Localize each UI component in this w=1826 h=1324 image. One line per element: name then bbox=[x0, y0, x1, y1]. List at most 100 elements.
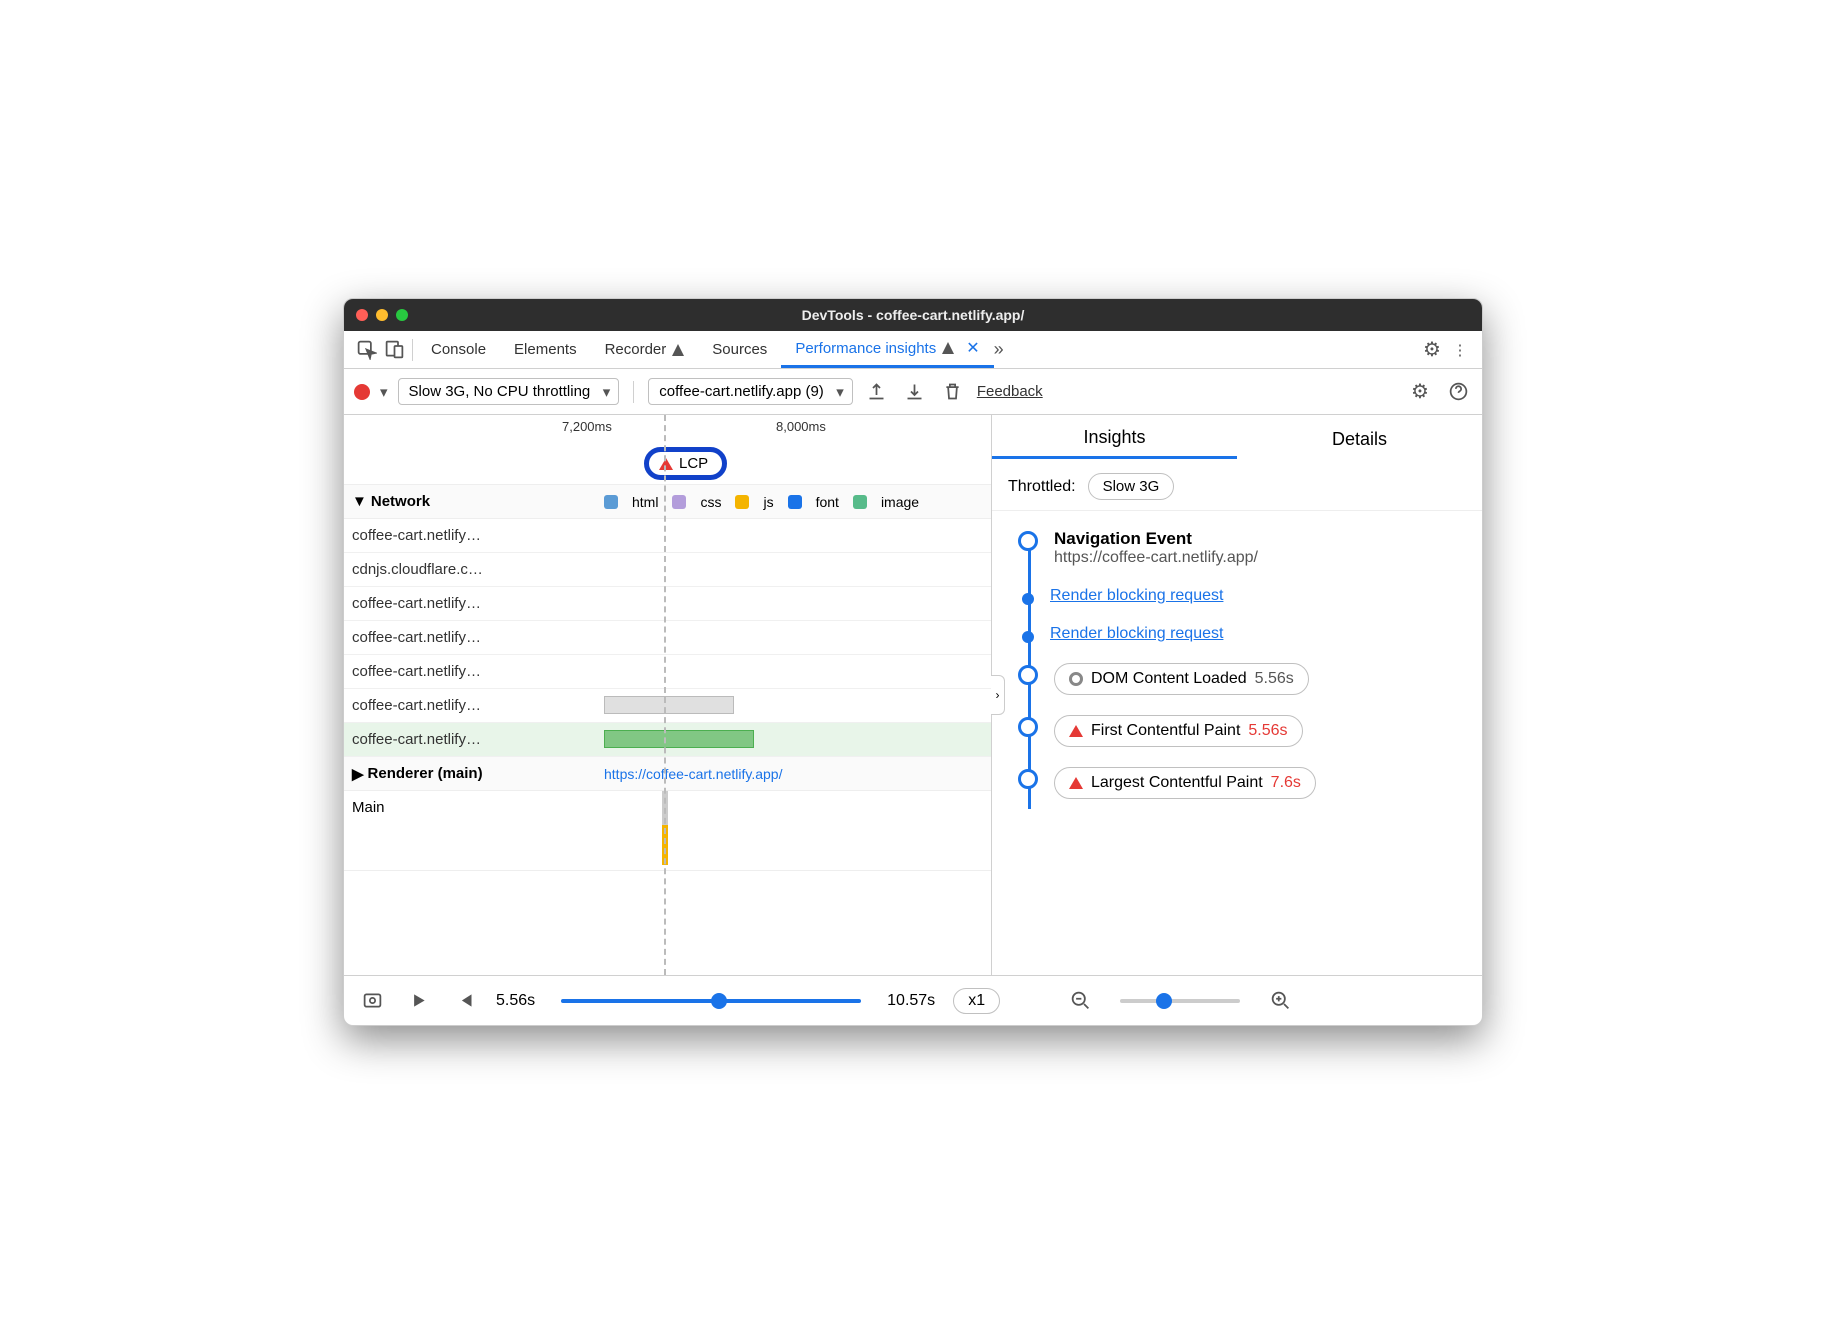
tab-console[interactable]: Console bbox=[417, 331, 500, 368]
import-icon[interactable] bbox=[901, 378, 929, 406]
request-name: coffee-cart.netlify… bbox=[344, 527, 604, 544]
render-blocking-link[interactable]: Render blocking request bbox=[1050, 625, 1223, 643]
lcp-time: 7.6s bbox=[1271, 774, 1301, 792]
divider bbox=[633, 381, 634, 403]
warning-triangle-icon bbox=[659, 458, 673, 470]
insight-render-blocking[interactable]: Render blocking request bbox=[1018, 587, 1470, 605]
network-row[interactable]: coffee-cart.netlify… bbox=[344, 621, 991, 655]
insight-lcp[interactable]: Largest Contentful Paint 7.6s bbox=[1018, 767, 1470, 799]
dcl-label: DOM Content Loaded bbox=[1091, 670, 1247, 688]
network-row[interactable]: coffee-cart.netlify… bbox=[344, 519, 991, 553]
lcp-label: Largest Contentful Paint bbox=[1091, 774, 1263, 792]
nav-event-title: Navigation Event bbox=[1054, 529, 1258, 549]
recording-select[interactable]: coffee-cart.netlify.app (9) bbox=[648, 378, 853, 405]
timeline-node-icon bbox=[1018, 531, 1038, 551]
network-row[interactable]: coffee-cart.netlify… bbox=[344, 723, 991, 757]
collapse-handle[interactable]: › bbox=[991, 675, 1005, 715]
request-name: coffee-cart.netlify… bbox=[344, 629, 604, 646]
dcl-time: 5.56s bbox=[1255, 670, 1294, 688]
inspect-icon[interactable] bbox=[352, 336, 380, 364]
insight-fcp[interactable]: First Contentful Paint 5.56s bbox=[1018, 715, 1470, 747]
insights-panel: Insights Details Throttled: Slow 3G Navi… bbox=[992, 415, 1482, 975]
nav-event-url: https://coffee-cart.netlify.app/ bbox=[1054, 549, 1258, 567]
tab-performance-insights[interactable]: Performance insights✕ bbox=[781, 331, 993, 368]
network-label: Network bbox=[371, 493, 430, 510]
request-name: coffee-cart.netlify… bbox=[344, 731, 604, 748]
legend-swatch-html bbox=[604, 495, 618, 509]
more-tabs-icon[interactable]: » bbox=[994, 339, 1000, 360]
flask-icon bbox=[672, 344, 684, 356]
timeline-node-icon bbox=[1018, 717, 1038, 737]
chevron-down-icon: ▼ bbox=[352, 493, 367, 510]
recording-toolbar: ▾ Slow 3G, No CPU throttling coffee-cart… bbox=[344, 369, 1482, 415]
request-name: coffee-cart.netlify… bbox=[344, 663, 604, 680]
chevron-right-icon: ▶ bbox=[352, 765, 364, 783]
zoom-slider[interactable] bbox=[1120, 999, 1240, 1003]
legend-css: css bbox=[700, 494, 721, 510]
request-name: coffee-cart.netlify… bbox=[344, 697, 604, 714]
renderer-url[interactable]: https://coffee-cart.netlify.app/ bbox=[604, 766, 782, 782]
tab-elements[interactable]: Elements bbox=[500, 331, 591, 368]
delete-icon[interactable] bbox=[939, 378, 967, 406]
close-tab-icon[interactable]: ✕ bbox=[966, 338, 979, 358]
fcp-label: First Contentful Paint bbox=[1091, 722, 1240, 740]
network-row[interactable]: coffee-cart.netlify… bbox=[344, 655, 991, 689]
playback-slider[interactable] bbox=[561, 999, 861, 1003]
request-name: cdnjs.cloudflare.c… bbox=[344, 561, 604, 578]
network-row[interactable]: coffee-cart.netlify… bbox=[344, 689, 991, 723]
device-toolbar-icon[interactable] bbox=[380, 336, 408, 364]
feedback-link[interactable]: Feedback bbox=[977, 383, 1043, 400]
lcp-marker[interactable]: LCP bbox=[644, 447, 727, 480]
divider bbox=[412, 339, 413, 361]
panel-settings-icon[interactable]: ⚙ bbox=[1406, 378, 1434, 406]
record-dropdown-icon[interactable]: ▾ bbox=[380, 383, 388, 401]
network-row[interactable]: cdnjs.cloudflare.c… bbox=[344, 553, 991, 587]
main-track[interactable]: Main bbox=[344, 791, 991, 871]
export-icon[interactable] bbox=[863, 378, 891, 406]
record-button[interactable] bbox=[354, 384, 370, 400]
network-legend: html css js font image bbox=[604, 494, 919, 510]
legend-swatch-css bbox=[672, 495, 686, 509]
timeline-dot-icon bbox=[1022, 631, 1034, 643]
flask-icon bbox=[942, 342, 954, 354]
speed-selector[interactable]: x1 bbox=[953, 988, 1000, 1014]
tab-insights[interactable]: Insights bbox=[992, 419, 1237, 459]
legend-image: image bbox=[881, 494, 919, 510]
screenshot-toggle-icon[interactable] bbox=[358, 987, 386, 1015]
throttled-label: Throttled: bbox=[1008, 478, 1076, 496]
timeline-dot-icon bbox=[1022, 593, 1034, 605]
playhead-line bbox=[664, 415, 666, 975]
legend-swatch-js bbox=[735, 495, 749, 509]
main-body: › 7,200ms 8,000ms LCP ▼Network html css … bbox=[344, 415, 1482, 975]
timeline-panel: › 7,200ms 8,000ms LCP ▼Network html css … bbox=[344, 415, 992, 975]
network-section-header[interactable]: ▼Network html css js font image bbox=[344, 485, 991, 519]
play-button[interactable] bbox=[404, 987, 432, 1015]
circle-icon bbox=[1069, 672, 1083, 686]
network-row[interactable]: coffee-cart.netlify… bbox=[344, 587, 991, 621]
warning-triangle-icon bbox=[1069, 777, 1083, 789]
help-icon[interactable] bbox=[1444, 378, 1472, 406]
insight-navigation[interactable]: Navigation Event https://coffee-cart.net… bbox=[1018, 529, 1470, 567]
tab-recorder[interactable]: Recorder bbox=[591, 331, 699, 368]
playback-footer: 5.56s 10.57s x1 bbox=[344, 975, 1482, 1025]
kebab-menu-icon[interactable]: ⋮ bbox=[1446, 336, 1474, 364]
fcp-time: 5.56s bbox=[1248, 722, 1287, 740]
zoom-out-icon[interactable] bbox=[1066, 987, 1094, 1015]
time-tick: 7,200ms bbox=[562, 419, 612, 434]
legend-html: html bbox=[632, 494, 658, 510]
insight-dcl[interactable]: DOM Content Loaded 5.56s bbox=[1018, 663, 1470, 695]
legend-swatch-font bbox=[788, 495, 802, 509]
tab-sources[interactable]: Sources bbox=[698, 331, 781, 368]
warning-triangle-icon bbox=[1069, 725, 1083, 737]
tab-details[interactable]: Details bbox=[1237, 421, 1482, 458]
renderer-section-header[interactable]: ▶Renderer (main) https://coffee-cart.net… bbox=[344, 757, 991, 791]
render-blocking-link[interactable]: Render blocking request bbox=[1050, 587, 1223, 605]
insight-render-blocking[interactable]: Render blocking request bbox=[1018, 625, 1470, 643]
throttle-dropdown[interactable]: Slow 3G, No CPU throttling bbox=[398, 378, 620, 405]
zoom-in-icon[interactable] bbox=[1266, 987, 1294, 1015]
timeline-ruler[interactable]: 7,200ms 8,000ms LCP bbox=[344, 415, 991, 485]
settings-icon[interactable]: ⚙ bbox=[1418, 336, 1446, 364]
timeline-node-icon bbox=[1018, 665, 1038, 685]
legend-swatch-image bbox=[853, 495, 867, 509]
rewind-button[interactable] bbox=[450, 987, 478, 1015]
